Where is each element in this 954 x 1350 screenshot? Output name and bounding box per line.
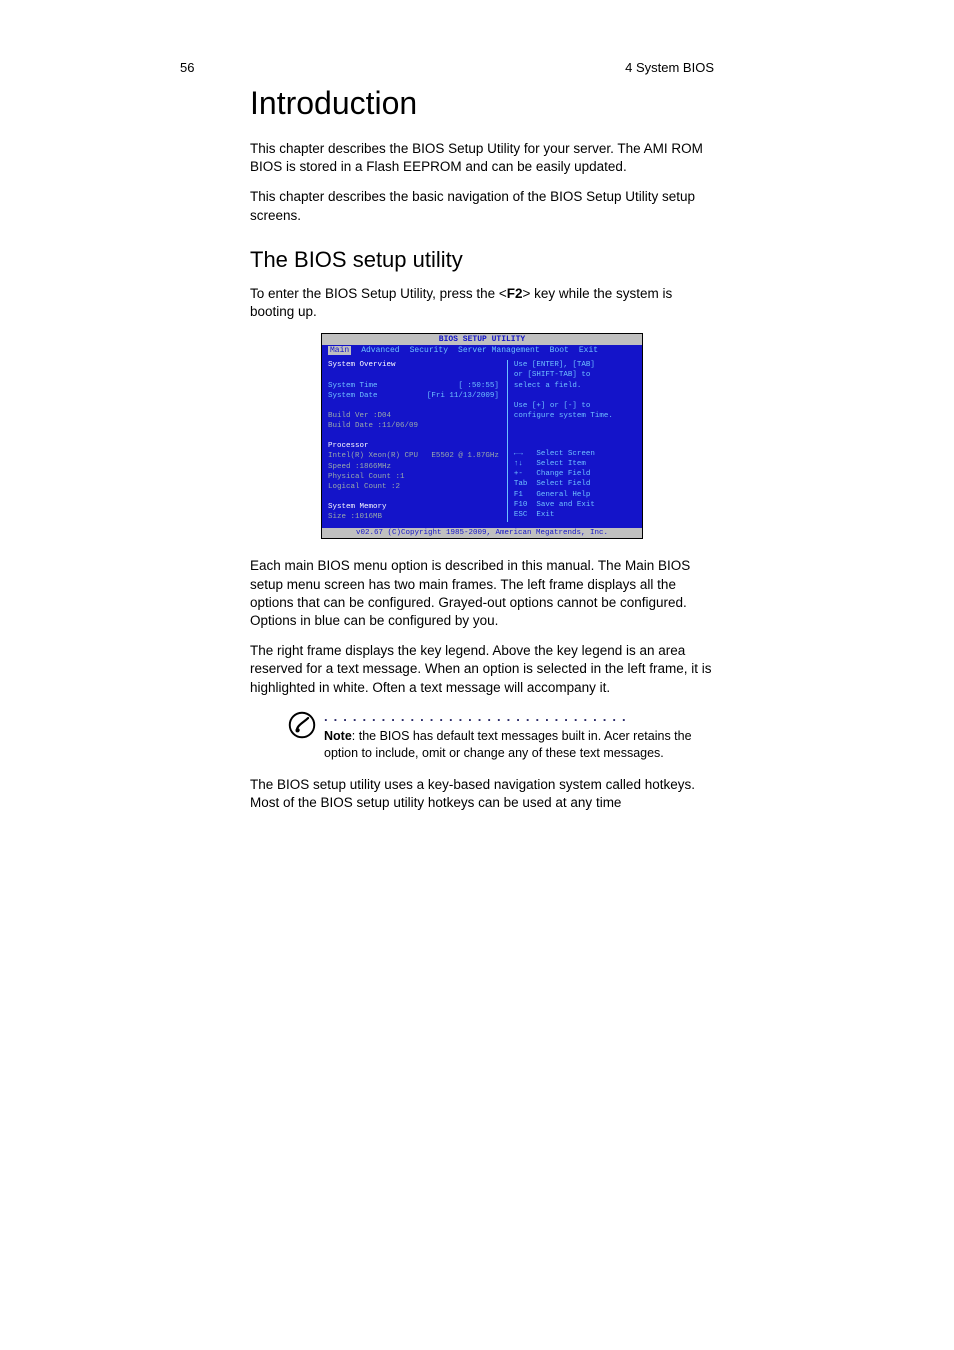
bios-tab-boot: Boot (550, 346, 569, 355)
note-icon (288, 711, 316, 739)
note-text: Note: the BIOS has default text messages… (324, 728, 714, 762)
bios-help-1: Use [ENTER], [TAB] (514, 360, 636, 370)
bios-screenshot: BIOS SETUP UTILITY Main Advanced Securit… (321, 333, 643, 539)
bios-tab-exit: Exit (579, 346, 598, 355)
bios-proc-speed: Speed :1866MHz (328, 462, 499, 472)
description-2: The right frame displays the key legend.… (250, 642, 714, 697)
bios-time-value: [ :50:55] (458, 381, 499, 391)
bios-proc-log: Logical Count :2 (328, 482, 499, 492)
description-3: The BIOS setup utility uses a key-based … (250, 776, 714, 812)
bios-proc-name-r: E5502 @ 1.87GHz (431, 451, 499, 461)
bios-proc-name-l: Intel(R) Xeon(R) CPU (328, 451, 418, 461)
bios-proc-phys: Physical Count :1 (328, 472, 499, 482)
note-divider: ................................ (324, 709, 714, 724)
bios-footer: v02.67 (C)Copyright 1985-2009, American … (322, 528, 642, 538)
bios-date-label: System Date (328, 391, 378, 401)
bios-help-4: Use [+] or [-] to (514, 401, 636, 411)
bios-time-label: System Time (328, 381, 378, 391)
intro-paragraph-2: This chapter describes the basic navigat… (250, 188, 714, 224)
bios-help-3: select a field. (514, 381, 636, 391)
note-label: Note (324, 729, 352, 743)
bios-date-value: [Fri 11/13/2009] (427, 391, 499, 401)
bios-left-frame: System Overview System Time [ :50:55] Sy… (328, 360, 499, 522)
enter-instruction: To enter the BIOS Setup Utility, press t… (250, 285, 714, 321)
bios-proc-header: Processor (328, 441, 499, 451)
bios-help-5: configure system Time. (514, 411, 636, 421)
bios-help-2: or [SHIFT-TAB] to (514, 370, 636, 380)
bios-tab-main: Main (328, 346, 351, 355)
note-body: : the BIOS has default text messages bui… (324, 729, 692, 760)
page-number: 56 (180, 60, 194, 75)
bios-mem-size: Size :1016MB (328, 512, 499, 522)
bios-build-ver: Build Ver :D04 (328, 411, 499, 421)
enter-pre: To enter the BIOS Setup Utility, press t… (250, 286, 507, 301)
bios-tab-advanced: Advanced (361, 346, 399, 355)
page-header: 56 4 System BIOS (250, 60, 714, 75)
bios-build-date: Build Date :11/06/09 (328, 421, 499, 431)
bios-tab-security: Security (410, 346, 448, 355)
bios-key-legend: ←→ Select Screen ↑↓ Select Item +- Chang… (514, 449, 636, 520)
note-block: ................................ Note: t… (290, 709, 714, 762)
section-heading: The BIOS setup utility (250, 247, 714, 273)
description-1: Each main BIOS menu option is described … (250, 557, 714, 630)
section-label: 4 System BIOS (625, 60, 714, 75)
bios-mem-header: System Memory (328, 502, 499, 512)
bios-overview: System Overview (328, 360, 499, 370)
bios-menu-bar: Main Advanced Security Server Management… (322, 345, 642, 356)
bios-title: BIOS SETUP UTILITY (322, 334, 642, 345)
page-title: Introduction (250, 85, 714, 122)
intro-paragraph-1: This chapter describes the BIOS Setup Ut… (250, 140, 714, 176)
enter-key: F2 (507, 286, 523, 301)
bios-right-frame: Use [ENTER], [TAB] or [SHIFT-TAB] to sel… (507, 360, 636, 522)
bios-tab-server: Server Management (458, 346, 540, 355)
